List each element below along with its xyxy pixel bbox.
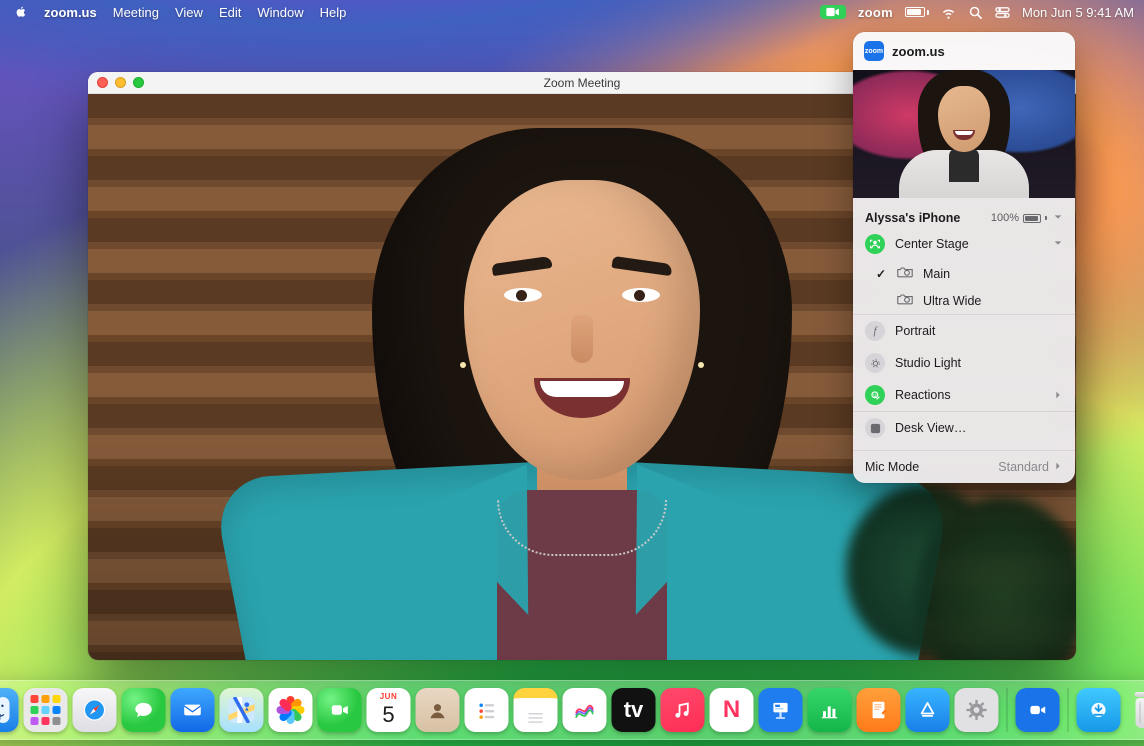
- mic-mode-label: Mic Mode: [865, 460, 919, 474]
- camera-preview: [853, 70, 1075, 198]
- mic-mode-value: Standard: [998, 460, 1049, 474]
- lens-ultrawide-label: Ultra Wide: [923, 294, 1063, 308]
- dock-app-safari[interactable]: [73, 688, 117, 732]
- camera-lens-icon: [897, 266, 913, 281]
- panel-header: zoom zoom.us: [853, 32, 1075, 70]
- participant-self-illustration: [889, 70, 1039, 198]
- studio-light-icon: [865, 353, 885, 373]
- desk-view-row[interactable]: Desk View…: [853, 412, 1075, 444]
- lens-ultrawide-row[interactable]: Ultra Wide: [863, 287, 1075, 314]
- dock-app-numbers[interactable]: [808, 688, 852, 732]
- dock-app-mail[interactable]: [171, 688, 215, 732]
- menubar-zoom-label[interactable]: zoom: [858, 5, 893, 20]
- dock-app-photos[interactable]: [269, 688, 313, 732]
- calendar-day-label: 5: [367, 702, 411, 728]
- reactions-label: Reactions: [895, 388, 1043, 402]
- camera-lens-icon: [897, 293, 913, 308]
- menubar-battery-icon[interactable]: [905, 7, 929, 17]
- dock-app-system-settings[interactable]: [955, 688, 999, 732]
- calendar-month-label: JUN: [367, 692, 411, 701]
- menubar: zoom.us Meeting View Edit Window Help zo…: [0, 0, 1144, 24]
- chevron-down-icon: [1053, 237, 1063, 251]
- video-effects-panel: zoom zoom.us Alyssa's iPhone 100% C: [853, 32, 1075, 483]
- menubar-item-edit[interactable]: Edit: [219, 5, 241, 20]
- dock-app-launchpad[interactable]: [24, 688, 68, 732]
- menubar-item-window[interactable]: Window: [257, 5, 303, 20]
- dock-downloads[interactable]: [1077, 688, 1121, 732]
- camera-device-battery: 100%: [991, 212, 1047, 224]
- dock-app-notes[interactable]: [514, 688, 558, 732]
- center-stage-icon: [865, 234, 885, 254]
- mic-mode-row[interactable]: Mic Mode Standard: [853, 450, 1075, 483]
- reactions-icon: [865, 385, 885, 405]
- center-stage-label: Center Stage: [895, 237, 1043, 251]
- dock-app-zoom[interactable]: [1016, 688, 1060, 732]
- camera-device-name: Alyssa's iPhone: [865, 211, 985, 225]
- dock-app-facetime[interactable]: [318, 688, 362, 732]
- chevron-right-icon: [1053, 460, 1063, 474]
- panel-app-label: zoom.us: [892, 44, 945, 59]
- trash-icon: [1133, 692, 1144, 728]
- menubar-control-center-icon[interactable]: [995, 5, 1010, 20]
- dock-app-pages[interactable]: [857, 688, 901, 732]
- menubar-camera-indicator-icon[interactable]: [820, 5, 846, 19]
- lens-main-label: Main: [923, 267, 1063, 281]
- dock-separator: [1068, 688, 1069, 732]
- zoom-app-icon: zoom: [864, 41, 884, 61]
- dock-app-appstore[interactable]: [906, 688, 950, 732]
- menubar-wifi-icon[interactable]: [941, 5, 956, 20]
- dock-app-finder[interactable]: [0, 688, 19, 732]
- dock-app-reminders[interactable]: [465, 688, 509, 732]
- dock-app-calendar[interactable]: JUN 5: [367, 688, 411, 732]
- menubar-item-view[interactable]: View: [175, 5, 203, 20]
- participant-main-illustration: [222, 110, 942, 660]
- center-stage-row[interactable]: Center Stage: [853, 228, 1075, 260]
- menubar-spotlight-icon[interactable]: [968, 5, 983, 20]
- dock: JUN 5 tv N: [0, 680, 1144, 740]
- menubar-item-help[interactable]: Help: [320, 5, 347, 20]
- lens-main-row[interactable]: ✓ Main: [863, 260, 1075, 287]
- dock-app-tv[interactable]: tv: [612, 688, 656, 732]
- dock-app-contacts[interactable]: [416, 688, 460, 732]
- desktop: zoom.us Meeting View Edit Window Help zo…: [0, 0, 1144, 746]
- camera-device-row[interactable]: Alyssa's iPhone 100%: [853, 204, 1075, 228]
- apple-menu-icon[interactable]: [14, 5, 28, 19]
- desk-view-icon: [865, 418, 885, 438]
- dock-app-music[interactable]: [661, 688, 705, 732]
- menubar-app-name[interactable]: zoom.us: [44, 5, 97, 20]
- portrait-icon: f: [865, 321, 885, 341]
- studio-light-label: Studio Light: [895, 356, 1063, 370]
- dock-app-keynote[interactable]: [759, 688, 803, 732]
- dock-separator: [1007, 688, 1008, 732]
- reactions-row[interactable]: Reactions: [853, 379, 1075, 411]
- dock-trash[interactable]: [1126, 688, 1144, 732]
- menubar-datetime[interactable]: Mon Jun 5 9:41 AM: [1022, 5, 1134, 20]
- chevron-down-icon: [1053, 211, 1063, 225]
- portrait-row[interactable]: f Portrait: [853, 315, 1075, 347]
- checkmark-icon: ✓: [875, 267, 887, 281]
- menubar-item-meeting[interactable]: Meeting: [113, 5, 159, 20]
- dock-app-maps[interactable]: [220, 688, 264, 732]
- chevron-right-icon: [1053, 390, 1063, 400]
- dock-app-messages[interactable]: [122, 688, 166, 732]
- dock-app-freeform[interactable]: [563, 688, 607, 732]
- dock-app-news[interactable]: N: [710, 688, 754, 732]
- portrait-label: Portrait: [895, 324, 1063, 338]
- desk-view-label: Desk View…: [895, 421, 1063, 435]
- studio-light-row[interactable]: Studio Light: [853, 347, 1075, 379]
